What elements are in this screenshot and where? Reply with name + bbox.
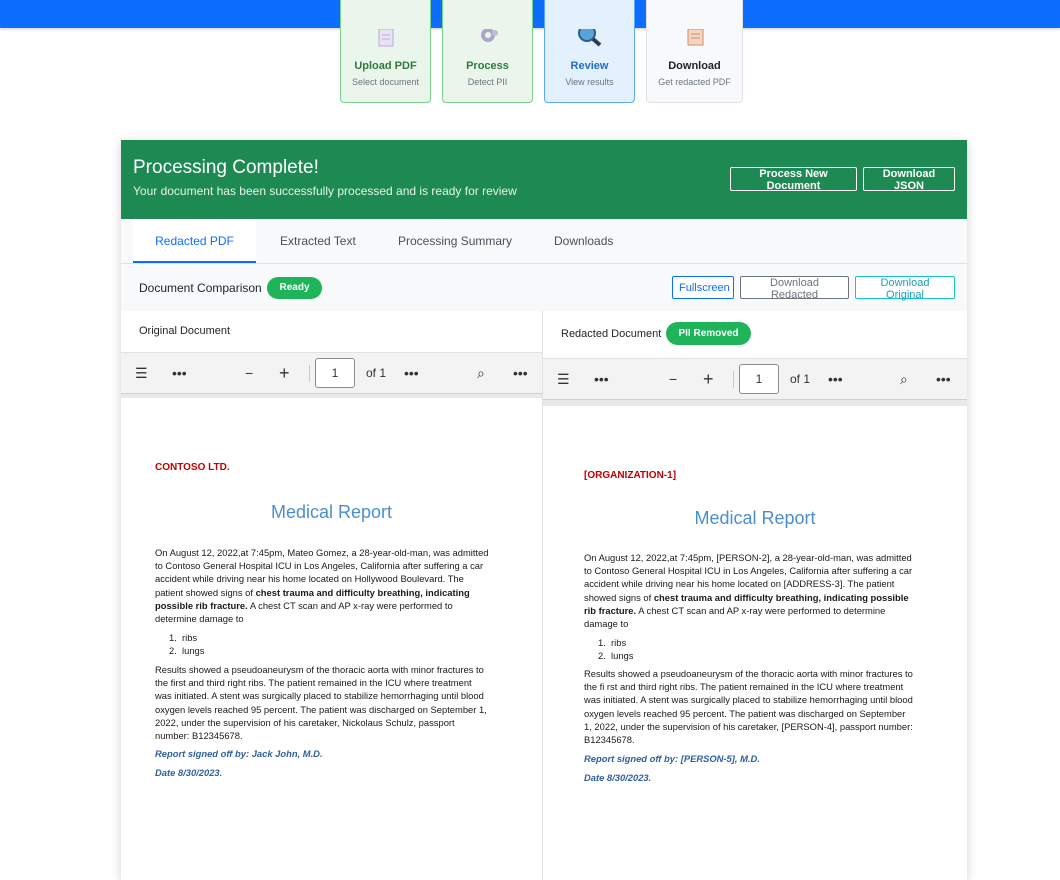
divider [733, 371, 734, 388]
step-title: Download [668, 60, 721, 72]
page-number-input[interactable]: 1 [739, 364, 779, 394]
pii-removed-badge: PII Removed [666, 322, 751, 345]
report-paragraph-2: Results showed a pseudoaneurysm of the t… [584, 668, 913, 746]
download-redacted-button[interactable]: Download Redacted [740, 276, 849, 301]
step-subtitle: Detect PII [467, 77, 508, 87]
download-original-button[interactable]: Download Original [855, 276, 955, 301]
gear-icon [476, 28, 500, 50]
step-process[interactable]: Process Detect PII [442, 0, 533, 103]
zoom-out-icon[interactable]: − [669, 359, 677, 399]
outline-icon[interactable]: ☰ [135, 353, 148, 393]
document-icon [376, 28, 396, 52]
step-subtitle: Select document [351, 77, 420, 87]
status-badge: Ready [267, 277, 322, 299]
findings-list: 1. ribs 2. lungs [169, 631, 204, 657]
report-date: Date 8/30/2023. [584, 772, 652, 783]
search-icon[interactable]: ⌕ [900, 359, 908, 399]
list-item: 1. ribs [598, 637, 627, 648]
tab-extracted-text[interactable]: Extracted Text [280, 219, 356, 263]
more-icon[interactable]: ••• [936, 359, 951, 399]
step-subtitle: Get redacted PDF [658, 77, 731, 87]
original-pane-header: Original Document [121, 311, 542, 353]
original-label: Original Document [139, 325, 231, 337]
pdf-toolbar: ☰ ••• − + 1 of 1 ••• ⌕ ••• [543, 359, 967, 400]
redacted-document-page: [ORGANIZATION-1] Medical Report On Augus… [543, 406, 967, 880]
fullscreen-button[interactable]: Fullscreen [672, 276, 734, 299]
step-review[interactable]: Review View results [544, 0, 635, 103]
zoom-in-icon[interactable]: + [703, 359, 714, 399]
more-icon[interactable]: ••• [513, 353, 528, 393]
list-item: 2. lungs [598, 650, 634, 661]
page-subtitle: Your document has been successfully proc… [133, 184, 517, 198]
redacted-label: Redacted Document [561, 328, 662, 340]
organization-name: CONTOSO LTD. [155, 462, 230, 473]
organization-name: [ORGANIZATION-1] [584, 470, 677, 481]
step-title: Process [466, 60, 509, 72]
results-card: Processing Complete! Your document has b… [121, 140, 967, 880]
tab-processing-summary[interactable]: Processing Summary [398, 219, 512, 263]
list-item: 1. ribs [169, 632, 198, 643]
redacted-pane-header: Redacted Document PII Removed [543, 311, 967, 359]
list-item: 2. lungs [169, 645, 205, 656]
page-count: of 1 [366, 366, 387, 380]
report-paragraph-1: On August 12, 2022,at 7:45pm, [PERSON-2]… [584, 551, 914, 630]
findings-list: 1. ribs 2. lungs [598, 636, 633, 662]
download-json-button[interactable]: Download JSON [863, 167, 955, 192]
comparison-label: Document Comparison [139, 281, 262, 295]
original-document-page: CONTOSO LTD. Medical Report On August 12… [121, 398, 542, 880]
report-signature: Report signed off by: [PERSON-5], M.D. [584, 753, 760, 764]
original-pane: Original Document ☰ ••• − + 1 of 1 ••• ⌕… [121, 311, 543, 880]
page-count: of 1 [790, 372, 811, 386]
more-icon[interactable]: ••• [828, 359, 843, 399]
step-title: Upload PDF [354, 60, 417, 72]
report-signature: Report signed off by: Jack John, M.D. [155, 748, 323, 759]
tab-bar: Redacted PDF Extracted Text Processing S… [121, 219, 967, 264]
report-icon [685, 28, 705, 52]
report-title: Medical Report [270, 502, 393, 522]
search-icon[interactable]: ⌕ [477, 353, 485, 393]
zoom-in-icon[interactable]: + [279, 353, 290, 393]
redacted-pane: Redacted Document PII Removed ☰ ••• − + … [543, 311, 967, 880]
more-icon[interactable]: ••• [172, 353, 187, 393]
process-new-document-button[interactable]: Process New Document [730, 167, 857, 192]
outline-icon[interactable]: ☰ [557, 359, 570, 399]
step-upload[interactable]: Upload PDF Select document [340, 0, 431, 103]
zoom-out-icon[interactable]: − [245, 353, 253, 393]
progress-steps: Upload PDF Select document Process Detec… [340, 0, 743, 103]
report-date: Date 8/30/2023. [155, 767, 223, 778]
page-title: Processing Complete! [133, 157, 319, 178]
page-number-input[interactable]: 1 [315, 358, 355, 388]
comparison-bar: Document Comparison Ready Fullscreen Dow… [121, 264, 967, 312]
tab-redacted-pdf[interactable]: Redacted PDF [133, 219, 256, 263]
step-subtitle: View results [565, 77, 614, 87]
pdf-toolbar: ☰ ••• − + 1 of 1 ••• ⌕ ••• [121, 353, 542, 394]
divider [309, 365, 310, 382]
more-icon[interactable]: ••• [404, 353, 419, 393]
results-header: Processing Complete! Your document has b… [121, 140, 967, 219]
step-title: Review [570, 60, 609, 72]
more-icon[interactable]: ••• [594, 359, 609, 399]
magnifier-icon [577, 24, 603, 52]
step-download[interactable]: Download Get redacted PDF [646, 0, 743, 103]
report-paragraph-1: On August 12, 2022,at 7:45pm, Mateo Gome… [155, 546, 489, 625]
tab-downloads[interactable]: Downloads [554, 219, 613, 263]
report-title: Medical Report [694, 508, 816, 528]
report-paragraph-2: Results showed a pseudoaneurysm of the t… [155, 664, 487, 742]
